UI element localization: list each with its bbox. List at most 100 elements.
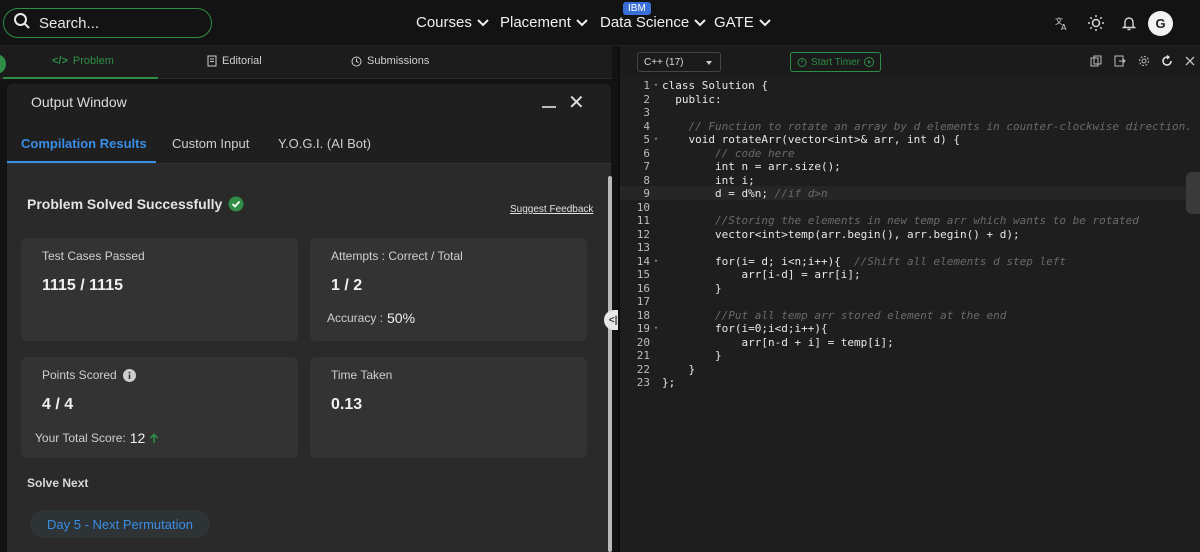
code-line: 22 } xyxy=(620,363,1192,377)
line-number: 6 xyxy=(643,146,650,160)
nav-data-science[interactable]: Data Science xyxy=(600,14,706,31)
tab-submissions-label: Submissions xyxy=(367,55,430,67)
code-text: //Put all temp arr stored element at the… xyxy=(714,308,1007,322)
search-placeholder: Search... xyxy=(39,14,100,32)
solved-status: Problem Solved Successfully xyxy=(27,196,244,212)
code-text: } xyxy=(662,362,696,376)
accuracy-row: Accuracy : 50% xyxy=(327,310,415,326)
theme-toggle-icon[interactable] xyxy=(1084,11,1108,35)
fold-arrow-icon[interactable]: ▾ xyxy=(650,79,662,93)
line-number: 16 xyxy=(636,281,650,295)
code-text: arr[i-d] = arr[i]; xyxy=(662,268,861,281)
fold-arrow-icon[interactable]: ▾ xyxy=(650,133,662,147)
code-line: 13 xyxy=(620,241,1192,255)
code-text: vector<int>temp(arr.begin(), arr.begin()… xyxy=(662,227,1020,241)
attempts-card: Attempts : Correct / Total 1 / 2 Accurac… xyxy=(310,238,587,341)
nav-gate[interactable]: GATE xyxy=(714,14,771,31)
tab-problem[interactable]: </> Problem xyxy=(52,55,114,67)
tab-compilation-results[interactable]: Compilation Results xyxy=(21,136,147,151)
code-line: 1 ▾ class Solution { xyxy=(620,79,1192,93)
chevron-down-icon xyxy=(576,18,588,26)
nav-placement-label: Placement xyxy=(500,14,571,31)
code-line: 11 //Storing the elements in new temp ar… xyxy=(620,214,1192,228)
code-line: 4 // Function to rotate an array by d el… xyxy=(620,119,1192,134)
arrow-up-icon xyxy=(150,432,159,443)
translate-icon[interactable]: 文A xyxy=(1050,11,1074,35)
code-text: }; xyxy=(662,376,676,389)
minimize-icon[interactable] xyxy=(542,96,556,108)
code-text: d = d%n; //if d>n xyxy=(662,187,828,200)
language-select[interactable]: C++ (17) xyxy=(637,52,721,72)
nav-placement[interactable]: Placement xyxy=(500,14,588,31)
copy-icon[interactable] xyxy=(1090,55,1102,67)
search-icon xyxy=(13,12,39,34)
card-label: Time Taken xyxy=(331,368,393,382)
card-label: Test Cases Passed xyxy=(42,249,145,263)
code-text: arr[n-d + i] = temp[i]; xyxy=(662,335,894,349)
fullscreen-icon[interactable] xyxy=(1184,55,1196,67)
problem-tabs: </> Problem Editorial Submissions xyxy=(0,46,612,79)
code-text: //Storing the elements in new temp arr w… xyxy=(714,214,1139,227)
play-icon xyxy=(863,57,874,67)
time-taken-value: 0.13 xyxy=(331,396,363,413)
line-number: 13 xyxy=(636,241,650,254)
code-line: 6 // code here xyxy=(620,147,1192,161)
line-number: 2 xyxy=(643,92,650,106)
line-number: 1 xyxy=(643,79,650,92)
fold-arrow-icon[interactable]: ▾ xyxy=(650,255,662,269)
time-taken-card: Time Taken 0.13 xyxy=(310,357,587,458)
line-number: 4 xyxy=(643,119,650,133)
solve-next-heading: Solve Next xyxy=(27,476,89,490)
output-tabs: Compilation Results Custom Input Y.O.G.I… xyxy=(7,124,611,164)
svg-text:A: A xyxy=(1061,23,1067,31)
search-bar[interactable]: Search... xyxy=(3,8,212,38)
settings-icon[interactable] xyxy=(1138,55,1150,67)
line-number: 22 xyxy=(636,362,650,376)
top-navbar: Search... Courses Placement IBM Data Sci… xyxy=(0,0,1200,46)
start-timer-button[interactable]: Start Timer xyxy=(790,52,881,72)
line-number: 21 xyxy=(636,349,650,362)
clock-icon xyxy=(351,56,362,66)
close-icon[interactable]: ✕ xyxy=(568,93,585,113)
import-icon[interactable] xyxy=(1114,55,1126,67)
info-icon[interactable] xyxy=(122,368,136,382)
tab-editorial[interactable]: Editorial xyxy=(207,55,262,67)
code-text: for(i= d; i<n;i++){ //Shift all elements… xyxy=(662,254,1066,268)
tab-problem-label: Problem xyxy=(72,55,114,67)
tab-yogi-bot[interactable]: Y.O.G.I. (AI Bot) xyxy=(278,136,371,151)
code-line: 23}; xyxy=(620,376,1192,390)
code-line: 2 public: xyxy=(620,93,1192,107)
code-line: 19 ▾ for(i=0;i<d;i++){ xyxy=(620,322,1192,336)
total-score-label: Your Total Score: xyxy=(35,431,126,445)
points-value: 4 / 4 xyxy=(42,396,74,413)
code-line: 12 vector<int>temp(arr.begin(), arr.begi… xyxy=(620,228,1192,242)
avatar[interactable]: G xyxy=(1148,11,1173,36)
fold-arrow-icon[interactable]: ▾ xyxy=(650,322,662,336)
code-text: for(i=0;i<d;i++){ xyxy=(662,322,828,335)
suggest-feedback-link[interactable]: Suggest Feedback xyxy=(510,204,593,215)
reset-icon[interactable] xyxy=(1161,54,1173,67)
code-line: 21 } xyxy=(620,349,1192,363)
code-line: 10 xyxy=(620,201,1192,215)
bell-icon[interactable] xyxy=(1117,11,1141,35)
points-label: Points Scored xyxy=(42,368,117,382)
editor-toolbar: C++ (17) Start Timer xyxy=(620,46,1200,76)
line-number: 12 xyxy=(636,227,650,241)
side-panel-toggle[interactable] xyxy=(1186,172,1200,214)
line-number: 10 xyxy=(636,200,650,214)
output-scrollbar[interactable] xyxy=(608,176,612,552)
line-number: 23 xyxy=(636,376,650,389)
accuracy-value: 50% xyxy=(387,310,416,326)
code-text: // Function to rotate an array by d elem… xyxy=(688,119,1192,133)
tab-custom-input[interactable]: Custom Input xyxy=(172,136,249,151)
nav-courses[interactable]: Courses xyxy=(416,14,489,31)
tab-submissions[interactable]: Submissions xyxy=(351,55,429,67)
code-line: 14 ▾ for(i= d; i<n;i++){ //Shift all elem… xyxy=(620,255,1192,269)
output-header: Output Window ✕ xyxy=(7,84,611,124)
code-line: 16 } xyxy=(620,282,1192,296)
solved-status-text: Problem Solved Successfully xyxy=(27,196,223,212)
line-number: 15 xyxy=(636,268,650,281)
chevron-down-icon xyxy=(477,18,489,26)
next-problem-button[interactable]: Day 5 - Next Permutation xyxy=(30,510,210,538)
code-editor[interactable]: 1 ▾ class Solution {2 public: 3 4 // Functio… xyxy=(620,76,1200,552)
